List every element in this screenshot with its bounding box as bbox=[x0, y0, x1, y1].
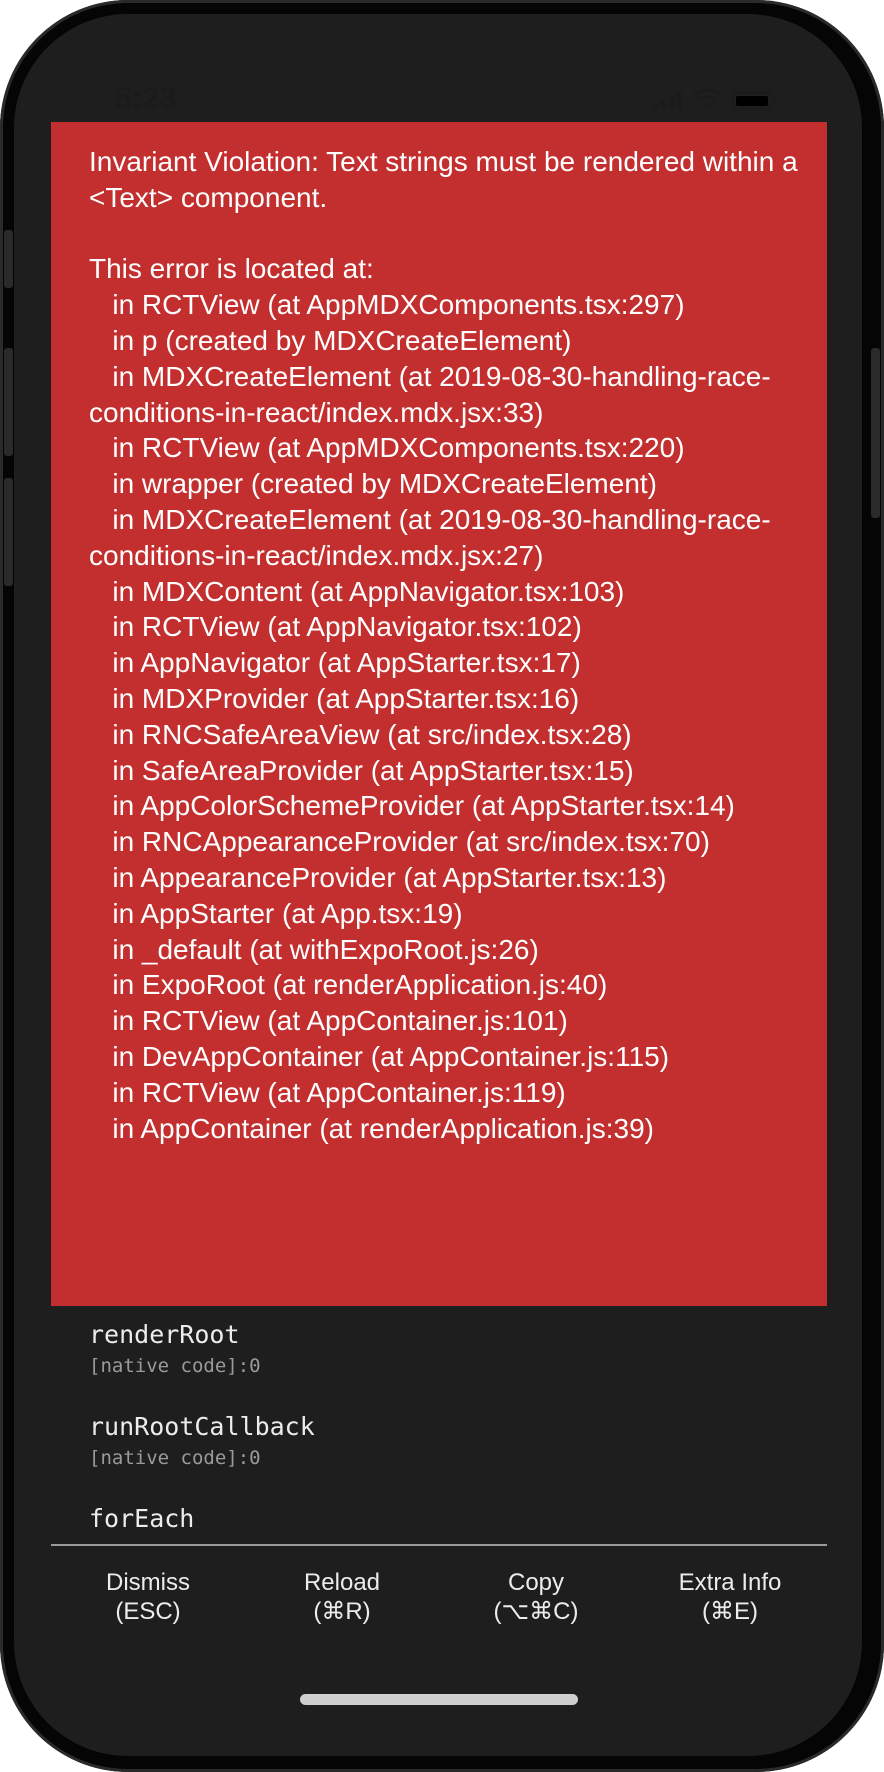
error-title: Invariant Violation: Text strings must b… bbox=[89, 146, 806, 213]
power-button bbox=[871, 348, 880, 518]
stack-line: in MDXProvider (at AppStarter.tsx:16) bbox=[89, 682, 580, 714]
signal-icon bbox=[653, 92, 682, 110]
stack-line: in DevAppContainer (at AppContainer.js:1… bbox=[89, 1040, 670, 1072]
extra-info-label: Extra Info bbox=[678, 1569, 782, 1596]
reload-button[interactable]: Reload (⌘R) bbox=[245, 1568, 439, 1626]
frame-method: renderRoot bbox=[89, 1320, 240, 1349]
stack-line: in RCTView (at AppMDXComponents.tsx:297) bbox=[89, 289, 685, 321]
mute-switch bbox=[4, 230, 13, 288]
error-message-panel[interactable]: Invariant Violation: Text strings must b… bbox=[51, 122, 827, 1306]
stack-line: in AppStarter (at App.tsx:19) bbox=[89, 897, 463, 929]
reload-label: Reload bbox=[303, 1569, 381, 1596]
wifi-icon bbox=[692, 88, 722, 109]
volume-down-button bbox=[4, 478, 13, 586]
dismiss-shortcut: (ESC) bbox=[115, 1598, 181, 1625]
frame-location: [native code]:0 bbox=[89, 1355, 261, 1377]
stack-line: in MDXCreateElement (at 2019-08-30-handl… bbox=[89, 503, 771, 571]
home-indicator[interactable] bbox=[300, 1694, 578, 1705]
stack-line: in RCTView (at AppContainer.js:101) bbox=[89, 1005, 568, 1037]
stack-line: in RNCAppearanceProvider (at src/index.t… bbox=[89, 826, 710, 858]
extra-info-shortcut: (⌘E) bbox=[702, 1598, 758, 1625]
stack-line: in _default (at withExpoRoot.js:26) bbox=[89, 933, 539, 965]
stack-line: in RNCSafeAreaView (at src/index.tsx:28) bbox=[89, 718, 632, 750]
stack-line: in AppNavigator (at AppStarter.tsx:17) bbox=[89, 647, 581, 679]
stack-line: in SafeAreaProvider (at AppStarter.tsx:1… bbox=[89, 754, 634, 786]
copy-label: Copy bbox=[507, 1569, 565, 1596]
stack-frame[interactable]: renderRoot [native code]:0 bbox=[89, 1318, 809, 1380]
phone-frame: 5:23 Invariant Violation: Text strings m… bbox=[0, 0, 884, 1772]
component-stack: in RCTView (at AppMDXComponents.tsx:297)… bbox=[89, 287, 799, 1146]
reload-shortcut: (⌘R) bbox=[313, 1598, 371, 1625]
stack-frame[interactable]: forEach bbox=[89, 1502, 809, 1536]
stack-line: in ExpoRoot (at renderApplication.js:40) bbox=[89, 969, 608, 1001]
status-time: 5:23 bbox=[115, 82, 178, 115]
volume-up-button bbox=[4, 348, 13, 456]
frame-method: runRootCallback bbox=[89, 1412, 315, 1441]
status-icons bbox=[653, 88, 776, 110]
copy-button[interactable]: Copy (⌥⌘C) bbox=[439, 1568, 633, 1626]
dismiss-label: Dismiss bbox=[106, 1569, 190, 1596]
stack-line: in AppColorSchemeProvider (at AppStarter… bbox=[89, 790, 735, 822]
dismiss-button[interactable]: Dismiss (ESC) bbox=[51, 1568, 245, 1626]
divider bbox=[51, 1544, 827, 1546]
extra-info-button[interactable]: Extra Info (⌘E) bbox=[633, 1568, 827, 1626]
stack-line: in MDXContent (at AppNavigator.tsx:103) bbox=[89, 575, 625, 607]
error-location-heading: This error is located at: bbox=[89, 253, 374, 285]
copy-shortcut: (⌥⌘C) bbox=[493, 1598, 579, 1625]
stack-line: in AppearanceProvider (at AppStarter.tsx… bbox=[89, 861, 667, 893]
stack-line: in RCTView (at AppMDXComponents.tsx:220) bbox=[89, 432, 685, 464]
stack-line: in RCTView (at AppContainer.js:119) bbox=[89, 1076, 566, 1108]
call-stack-list[interactable]: renderRoot [native code]:0 runRootCallback… bbox=[89, 1318, 809, 1566]
stack-line: in MDXCreateElement (at 2019-08-30-handl… bbox=[89, 360, 771, 428]
redbox-actions: Dismiss (ESC) Reload (⌘R) Copy (⌥⌘C) Ext… bbox=[51, 1568, 827, 1626]
frame-method: forEach bbox=[89, 1504, 195, 1533]
battery-icon bbox=[732, 92, 776, 110]
stack-frame[interactable]: runRootCallback [native code]:0 bbox=[89, 1410, 809, 1472]
stack-line: in AppContainer (at renderApplication.js… bbox=[89, 1112, 654, 1144]
stack-line: in wrapper (created by MDXCreateElement) bbox=[89, 468, 658, 500]
frame-location: [native code]:0 bbox=[89, 1447, 261, 1469]
stack-line: in p (created by MDXCreateElement) bbox=[89, 324, 572, 356]
stack-line: in RCTView (at AppNavigator.tsx:102) bbox=[89, 611, 582, 643]
